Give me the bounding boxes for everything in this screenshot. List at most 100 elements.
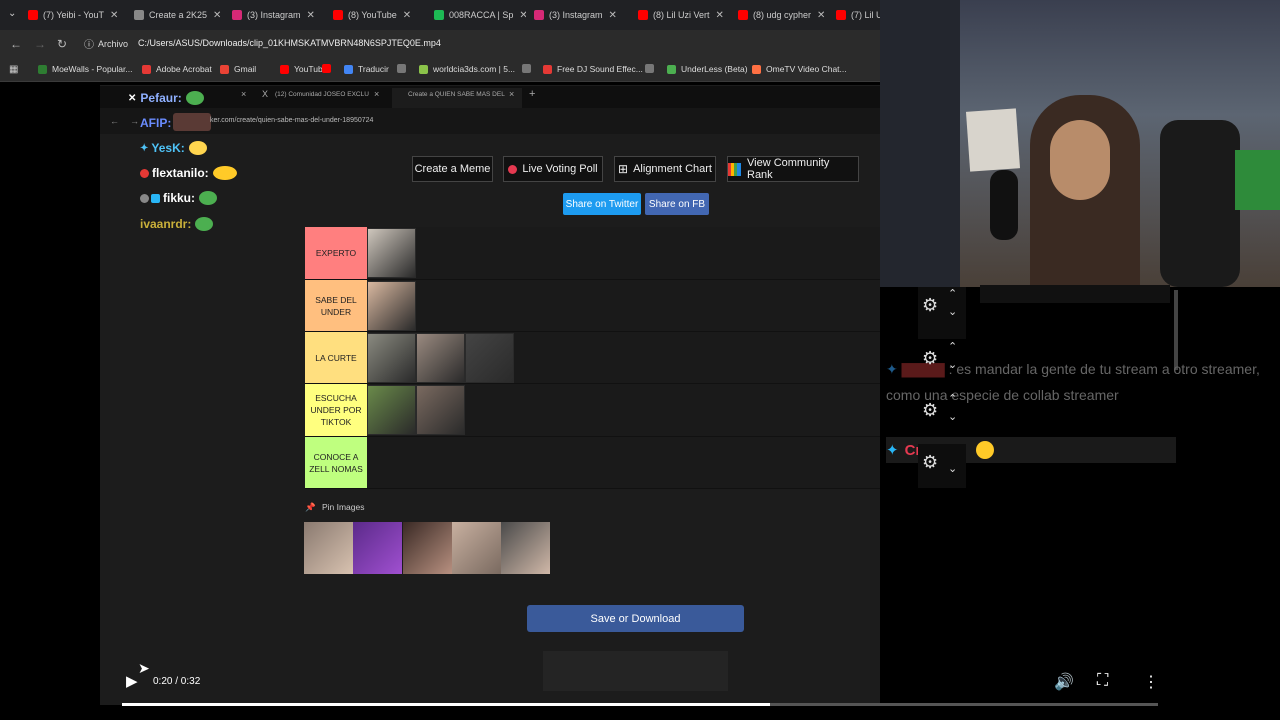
tier-label[interactable]: SABE DEL UNDER (305, 280, 367, 331)
tier-image[interactable] (367, 281, 416, 331)
create-meme-button[interactable]: Create a Meme (412, 156, 493, 182)
tab-close-icon[interactable]: ✕ (307, 10, 315, 21)
volume-icon[interactable]: 🔊 (1054, 672, 1074, 692)
tier-image[interactable] (367, 385, 416, 435)
chevron-down-icon[interactable]: ⌄ (948, 462, 957, 475)
webcam-chair (1160, 120, 1240, 287)
tab-list-chevron-icon[interactable]: ⌄ (8, 8, 16, 19)
bookmark-item[interactable]: Free DJ Sound Effec... (543, 64, 643, 74)
inner-back-icon: ← (110, 116, 119, 126)
more-options-icon[interactable]: ⋮ (1143, 672, 1159, 692)
tier-image[interactable] (416, 385, 465, 435)
fullscreen-icon[interactable]: ⛶ (1097, 672, 1108, 690)
bookmark-item[interactable] (522, 64, 536, 73)
browser-tab[interactable]: (7) Lil U (836, 4, 880, 26)
file-badge[interactable]: ⓘ Archivo (84, 36, 128, 52)
live-voting-poll-button[interactable]: Live Voting Poll (503, 156, 603, 182)
bookmark-favicon-icon (522, 64, 531, 73)
bookmark-item[interactable]: UnderLess (Beta) (667, 64, 748, 74)
bookmark-favicon-icon (344, 64, 353, 74)
browser-tab[interactable]: (8) YouTube ✕ (333, 4, 423, 26)
play-icon[interactable]: ▶ (126, 672, 138, 690)
browser-tab[interactable]: Create a 2K25 ✕ (134, 4, 222, 26)
browser-tab[interactable]: 008RACCA | Sp ✕ (434, 4, 526, 26)
chevron-up-icon[interactable]: ⌃ (948, 340, 957, 353)
bookmark-label: Free DJ Sound Effec... (557, 64, 643, 74)
mouse-cursor-icon: ➤ (138, 660, 150, 676)
tier-image[interactable] (416, 333, 465, 383)
browser-tab[interactable]: (8) Lil Uzi Vert ✕ (638, 4, 726, 26)
bookmark-item[interactable] (645, 64, 659, 73)
tab-label: Create a 2K25 (149, 10, 208, 20)
tab-close-icon[interactable]: ✕ (817, 10, 825, 21)
bookmark-item[interactable]: Adobe Acrobat (142, 64, 212, 74)
gear-icon[interactable]: ⚙ (922, 348, 938, 369)
tab-close-icon[interactable]: ✕ (213, 10, 221, 21)
pin-image[interactable] (304, 522, 353, 574)
tab-close-icon[interactable]: ✕ (716, 10, 724, 21)
tab-close-icon[interactable]: ✕ (403, 10, 411, 21)
gear-icon[interactable]: ⚙ (922, 400, 938, 421)
browser-tab[interactable]: (3) Instagram ✕ (232, 4, 324, 26)
chevron-down-icon[interactable]: ⌄ (948, 358, 957, 371)
pepe-emote-icon (195, 217, 214, 231)
tier-row: CONOCE A ZELL NOMAS (305, 437, 880, 489)
bookmark-label: MoeWalls - Popular... (52, 64, 133, 74)
tier-label[interactable]: ESCUCHA UNDER POR TIKTOK (305, 384, 367, 436)
bookmark-item[interactable]: YouTube (280, 64, 327, 74)
progress-bar[interactable] (122, 703, 1158, 706)
tier-row: LA CURTE (305, 332, 880, 384)
tier-image[interactable] (367, 228, 416, 278)
bookmark-item[interactable]: Traducir (344, 64, 389, 74)
pin-image[interactable] (452, 522, 501, 574)
bookmark-item[interactable]: Gmail (220, 64, 256, 74)
pepe-emote-icon (199, 191, 218, 205)
community-rank-button[interactable]: View Community Rank (727, 156, 859, 182)
chat-control[interactable]: ⚙ ⌄ (918, 444, 966, 488)
tab-close-icon[interactable]: ✕ (110, 10, 118, 21)
tier-label[interactable]: LA CURTE (305, 332, 367, 383)
chat-control[interactable]: ⚙ ⌃ ⌄ (918, 392, 966, 444)
progress-fill (122, 703, 770, 706)
gear-icon[interactable]: ⚙ (922, 452, 938, 473)
tier-label[interactable]: CONOCE A ZELL NOMAS (305, 437, 367, 488)
tier-label[interactable]: EXPERTO (305, 227, 367, 279)
browser-tab[interactable]: (7) Yeibi - YouT ✕ (28, 4, 124, 26)
chat-control[interactable]: ⚙ ⌃ ⌄ (918, 287, 966, 339)
tier-image[interactable] (465, 333, 514, 383)
share-fb-button[interactable]: Share on FB (645, 193, 709, 215)
tier-image[interactable] (367, 333, 416, 383)
pin-image[interactable] (501, 522, 550, 574)
save-download-button[interactable]: Save or Download (527, 605, 744, 632)
bookmark-item[interactable]: OmeTV Video Chat... (752, 64, 847, 74)
apps-grid-icon[interactable]: ▦ (9, 64, 18, 75)
forward-icon[interactable]: → (34, 37, 46, 51)
pin-image[interactable] (353, 522, 402, 574)
tab-label: (8) YouTube (348, 10, 397, 20)
reload-icon[interactable]: ↻ (57, 37, 67, 51)
tab-label: (7) Yeibi - YouT (43, 10, 105, 20)
share-twitter-button[interactable]: Share on Twitter (563, 193, 641, 215)
tab-close-icon[interactable]: ✕ (519, 10, 526, 21)
chevron-down-icon[interactable]: ⌄ (948, 410, 957, 423)
alignment-chart-button[interactable]: ⊞ Alignment Chart (614, 156, 716, 182)
pin-image[interactable] (403, 522, 452, 574)
chat-control[interactable]: ⚙ ⌃ ⌄ (918, 340, 966, 392)
chevron-up-icon[interactable]: ⌃ (948, 287, 957, 300)
inner-tab-1: (12) Comunidad JOSEO EXCLU (275, 91, 369, 98)
bookmark-item[interactable]: MoeWalls - Popular... (38, 64, 132, 74)
tab-close-icon[interactable]: ✕ (609, 10, 617, 21)
gear-icon[interactable]: ⚙ (922, 295, 938, 316)
tab-label: (8) udg cypher (753, 10, 812, 20)
bookmark-item[interactable] (397, 64, 411, 73)
browser-tab[interactable]: (3) Instagram ✕ (534, 4, 626, 26)
chevron-down-icon[interactable]: ⌄ (948, 305, 957, 318)
chevron-up-icon[interactable]: ⌃ (948, 392, 957, 405)
badge-icon (151, 193, 160, 203)
tier-row: SABE DEL UNDER (305, 280, 880, 332)
bookmark-item[interactable] (322, 64, 336, 73)
url-text[interactable]: C:/Users/ASUS/Downloads/clip_01KHMSKATMV… (138, 38, 441, 48)
back-icon[interactable]: ← (10, 37, 22, 51)
browser-tab[interactable]: (8) udg cypher ✕ (738, 4, 828, 26)
bookmark-item[interactable]: worldcia3ds.com | 5... (419, 64, 515, 74)
